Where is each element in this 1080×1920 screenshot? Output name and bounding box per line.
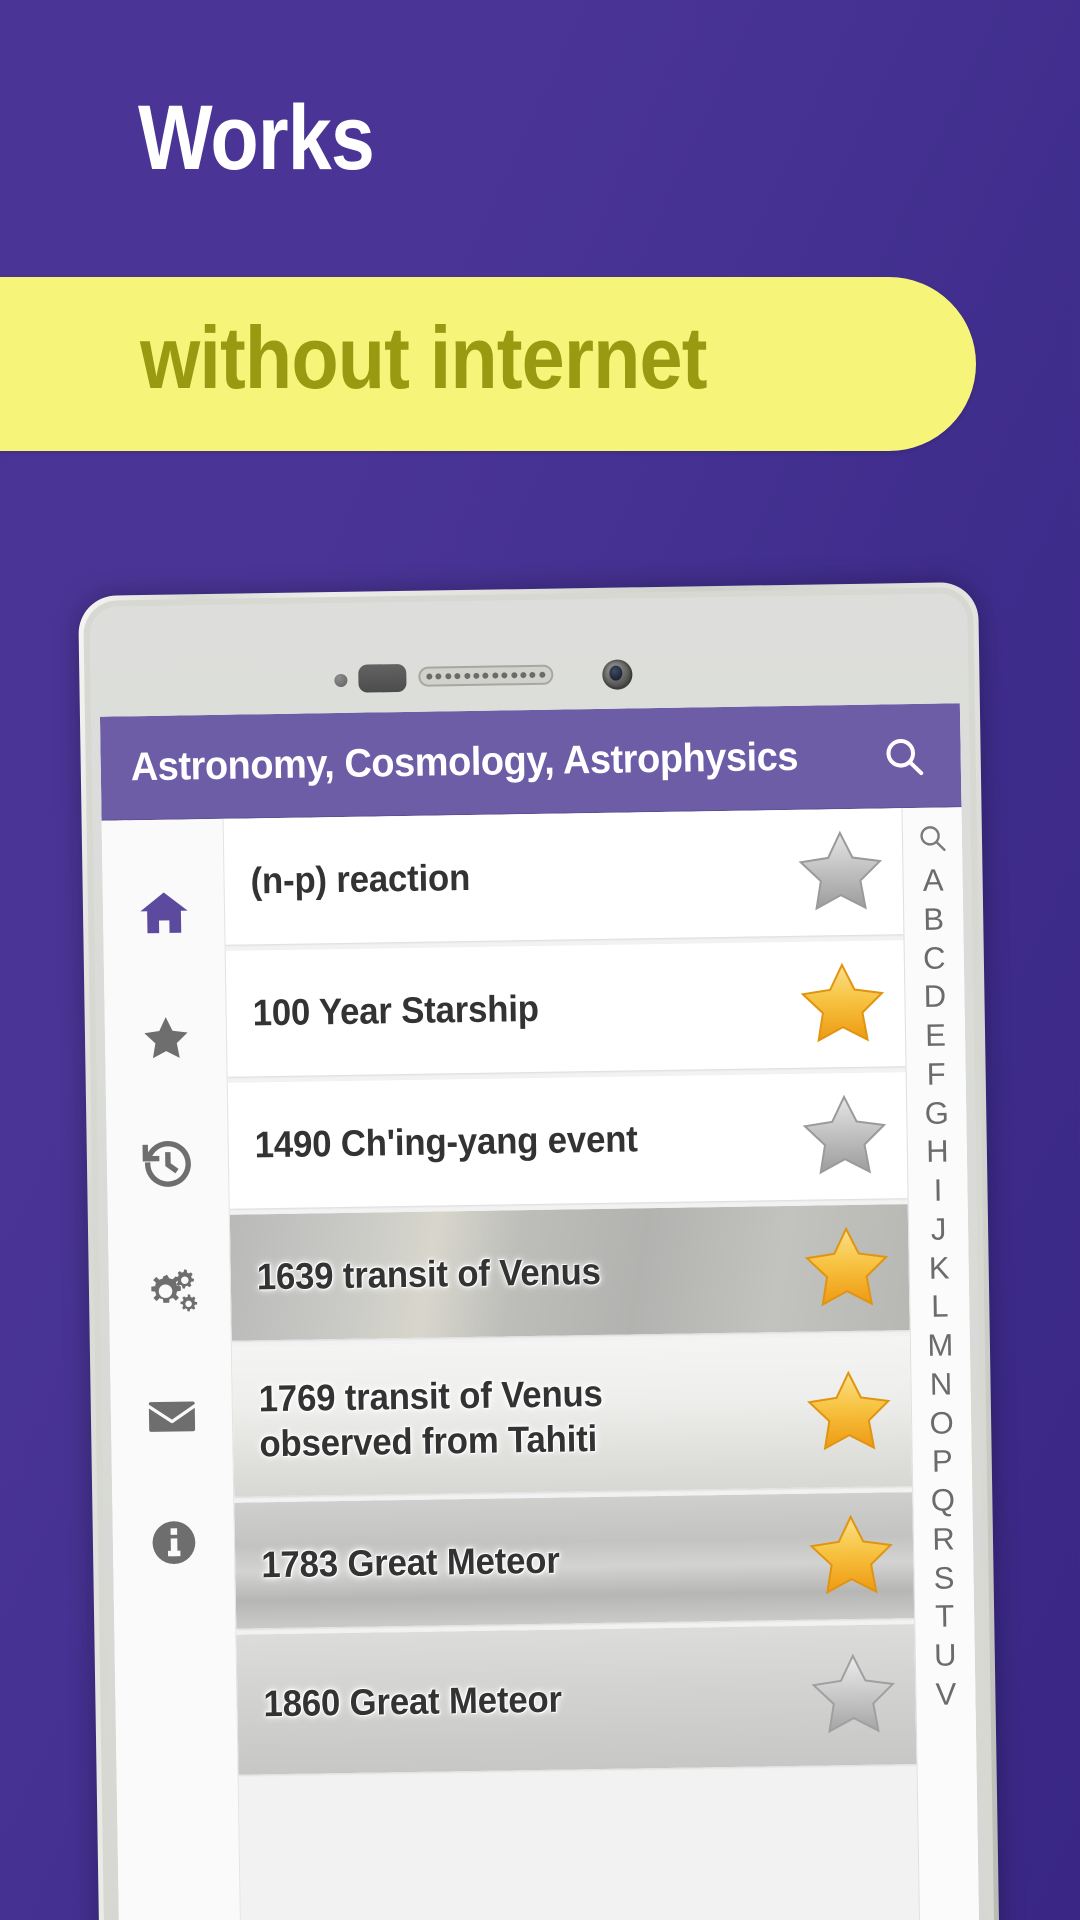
index-letter[interactable]: E xyxy=(906,1016,966,1056)
favorite-star-on-icon[interactable] xyxy=(788,955,897,1053)
search-icon[interactable] xyxy=(872,724,935,787)
list-item-title: 1769 transit of Venus observed from Tahi… xyxy=(258,1372,603,1465)
sidebar-item-favorites[interactable] xyxy=(104,977,228,1105)
speaker-grille-icon xyxy=(418,664,554,687)
favorite-star-off-icon[interactable] xyxy=(799,1646,908,1744)
index-letter[interactable]: I xyxy=(908,1171,968,1211)
mail-icon xyxy=(144,1389,199,1449)
list-item-title: 100 Year Starship xyxy=(252,988,540,1034)
app-title: Astronomy, Cosmology, Astrophysics xyxy=(130,734,799,790)
list-item-title: 1783 Great Meteor xyxy=(260,1540,560,1586)
info-icon xyxy=(146,1515,201,1575)
sidebar-item-about[interactable] xyxy=(111,1481,235,1609)
index-letter[interactable]: G xyxy=(907,1094,967,1134)
front-camera-icon xyxy=(602,659,633,690)
index-letter[interactable]: A xyxy=(903,861,963,901)
entry-list[interactable]: (n-p) reaction 100 Year Starship 1490 Ch… xyxy=(223,808,920,1920)
promo-headline: Works xyxy=(138,87,375,189)
index-letter[interactable]: K xyxy=(909,1249,969,1289)
favorite-star-on-icon[interactable] xyxy=(794,1363,903,1461)
index-letter[interactable]: N xyxy=(911,1365,971,1405)
index-letter[interactable]: F xyxy=(906,1055,966,1095)
index-letter[interactable]: P xyxy=(912,1442,972,1482)
index-letter[interactable]: B xyxy=(904,900,964,940)
favorite-star-on-icon[interactable] xyxy=(796,1507,905,1605)
sidebar-item-settings[interactable] xyxy=(108,1229,232,1357)
index-letter[interactable]: S xyxy=(914,1559,974,1599)
home-icon xyxy=(136,885,191,945)
index-letter[interactable]: O xyxy=(912,1404,972,1444)
phone-mockup: Astronomy, Cosmology, Astrophysics (n-p)… xyxy=(78,581,1000,1920)
promo-ribbon: without internet xyxy=(0,277,976,451)
phone-inner-frame: Astronomy, Cosmology, Astrophysics (n-p)… xyxy=(83,587,995,1920)
phone-bezel: Astronomy, Cosmology, Astrophysics (n-p)… xyxy=(89,593,989,1920)
index-letter[interactable]: H xyxy=(908,1132,968,1172)
index-letter[interactable]: V xyxy=(916,1675,976,1715)
list-item[interactable]: 1490 Ch'ing-yang event xyxy=(227,1072,908,1209)
index-letter[interactable]: T xyxy=(915,1597,975,1637)
index-letter[interactable]: L xyxy=(910,1287,970,1327)
history-icon xyxy=(140,1137,195,1197)
index-letter[interactable]: U xyxy=(916,1636,976,1676)
list-item[interactable]: 1769 transit of Venus observed from Tahi… xyxy=(231,1336,913,1497)
list-item[interactable]: 1860 Great Meteor xyxy=(236,1624,917,1775)
earpiece-nub-icon xyxy=(358,663,407,693)
promo-ribbon-text: without internet xyxy=(140,308,708,407)
index-letter[interactable]: R xyxy=(914,1520,974,1560)
list-item-title: (n-p) reaction xyxy=(250,857,471,902)
list-item[interactable]: 100 Year Starship xyxy=(225,940,906,1077)
sidebar-item-history[interactable] xyxy=(106,1103,230,1231)
index-letter[interactable]: M xyxy=(911,1326,971,1366)
proximity-sensor-icon xyxy=(334,673,348,688)
favorite-star-off-icon[interactable] xyxy=(786,823,895,921)
app-toolbar: Astronomy, Cosmology, Astrophysics xyxy=(99,703,962,821)
star-icon xyxy=(138,1011,193,1071)
list-item-title: 1490 Ch'ing-yang event xyxy=(254,1118,638,1166)
index-search-icon[interactable] xyxy=(915,821,950,856)
list-item-title: 1860 Great Meteor xyxy=(263,1679,563,1725)
index-letter[interactable]: Q xyxy=(913,1481,973,1521)
list-item[interactable]: (n-p) reaction xyxy=(223,808,904,945)
index-letter[interactable]: C xyxy=(905,939,965,979)
list-item[interactable]: 1639 transit of Venus xyxy=(229,1204,910,1341)
favorite-star-on-icon[interactable] xyxy=(792,1219,901,1317)
index-letter[interactable]: D xyxy=(905,977,965,1017)
gears-icon xyxy=(140,1261,199,1325)
sidebar-item-home[interactable] xyxy=(102,851,226,979)
sidebar-item-contact[interactable] xyxy=(110,1355,234,1483)
phone-screen: Astronomy, Cosmology, Astrophysics (n-p)… xyxy=(99,703,980,1920)
phone-sensor-row xyxy=(90,650,968,698)
list-item[interactable]: 1783 Great Meteor xyxy=(234,1492,915,1629)
index-letter[interactable]: J xyxy=(909,1210,969,1250)
favorite-star-off-icon[interactable] xyxy=(790,1087,899,1185)
list-item-title: 1639 transit of Venus xyxy=(256,1251,602,1298)
app-body: (n-p) reaction 100 Year Starship 1490 Ch… xyxy=(101,807,980,1920)
sidebar xyxy=(101,818,242,1920)
